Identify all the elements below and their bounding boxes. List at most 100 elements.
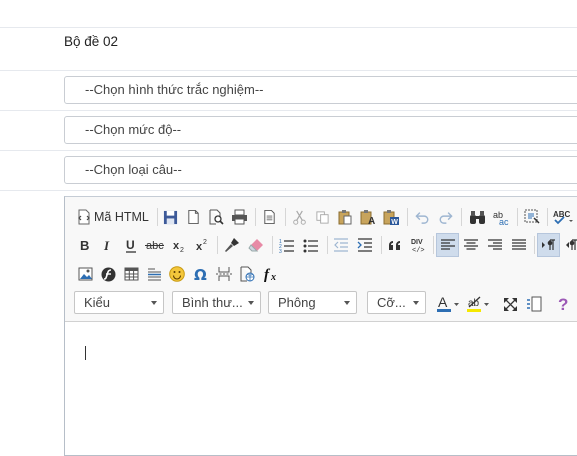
style-combo-label: Kiểu	[84, 295, 111, 310]
toolbar-separator	[285, 208, 286, 226]
undo-button[interactable]	[411, 206, 433, 228]
cut-button[interactable]	[288, 206, 310, 228]
align-left-button[interactable]	[436, 233, 459, 257]
outdent-button[interactable]	[330, 234, 352, 256]
find-button[interactable]	[466, 206, 488, 228]
bulleted-list-icon	[303, 239, 318, 252]
justify-icon	[512, 239, 526, 250]
font-combo[interactable]: Phông	[268, 291, 357, 314]
underline-button[interactable]: U	[120, 234, 142, 256]
row-divider	[0, 190, 577, 191]
svg-text:DIV: DIV	[411, 239, 423, 246]
numbered-list-button[interactable]: 123	[276, 234, 298, 256]
div-container-icon: DIV</>	[411, 239, 425, 253]
superscript-icon: x2	[196, 239, 207, 253]
show-blocks-button[interactable]	[523, 293, 545, 315]
templates-icon	[263, 209, 275, 225]
paste-button[interactable]	[334, 206, 356, 228]
select-all-icon	[524, 209, 540, 224]
page-break-button[interactable]	[213, 263, 235, 285]
format-combo[interactable]: Bình thư...	[172, 291, 261, 314]
exam-set-label: Bộ đề 02	[64, 34, 119, 49]
bold-button[interactable]: B	[74, 234, 96, 256]
justify-button[interactable]	[508, 234, 530, 256]
style-combo[interactable]: Kiểu	[74, 291, 164, 314]
smiley-button[interactable]	[166, 263, 188, 285]
strikethrough-button[interactable]: abc	[143, 234, 167, 256]
redo-button[interactable]	[434, 206, 456, 228]
question-type-select[interactable]: --Chọn loại câu--	[64, 156, 577, 184]
remove-format-button[interactable]	[245, 234, 267, 256]
maximize-button[interactable]	[499, 293, 521, 315]
toolbar-separator	[217, 236, 218, 254]
toolbar-separator	[534, 236, 535, 254]
toolbar-separator	[547, 208, 548, 226]
image-button[interactable]	[74, 263, 96, 285]
undo-icon	[414, 212, 428, 224]
rich-text-editor[interactable]: Mã HTML A W ab ac ABC B I U abc x 2 x 2 …	[64, 196, 577, 456]
question-type-placeholder: --Chọn loại câu--	[85, 162, 182, 177]
font-combo-label: Phông	[278, 295, 316, 310]
binoculars-icon	[469, 210, 485, 224]
chevron-down-icon	[248, 301, 254, 305]
superscript-button[interactable]: x2	[191, 234, 213, 256]
print-button[interactable]	[228, 206, 250, 228]
subscript-icon: x2	[173, 240, 184, 253]
replace-button[interactable]: ab ac	[490, 206, 512, 228]
toolbar-separator	[272, 236, 273, 254]
toolbar-separator	[407, 208, 408, 226]
create-div-button[interactable]: DIV </>	[407, 234, 429, 256]
blockquote-button[interactable]	[384, 234, 406, 256]
templates-button[interactable]	[258, 206, 280, 228]
special-char-button[interactable]: Ω	[189, 263, 211, 285]
about-button[interactable]: ?	[553, 293, 575, 315]
size-combo[interactable]: Cỡ...	[367, 291, 426, 314]
svg-text:A: A	[368, 216, 375, 225]
test-type-select[interactable]: --Chọn hình thức trắc nghiệm--	[64, 76, 577, 104]
print-icon	[231, 209, 247, 225]
align-center-button[interactable]	[460, 234, 482, 256]
preview-icon	[209, 209, 224, 225]
table-button[interactable]	[120, 263, 142, 285]
underline-icon: U	[126, 238, 136, 253]
spellcheck-button[interactable]: ABC	[551, 206, 577, 228]
preview-button[interactable]	[205, 206, 227, 228]
level-select[interactable]: --Chọn mức độ--	[64, 116, 577, 144]
table-icon	[124, 267, 138, 281]
svg-text:Ω: Ω	[194, 267, 207, 282]
copy-button[interactable]	[311, 206, 333, 228]
italic-button[interactable]: I	[97, 234, 119, 256]
horizontal-rule-button[interactable]	[143, 263, 165, 285]
paste-text-icon: A	[360, 210, 375, 225]
indent-button[interactable]	[354, 234, 376, 256]
subscript-button[interactable]: x2	[168, 234, 190, 256]
bold-icon: B	[80, 238, 89, 252]
save-button[interactable]	[159, 206, 181, 228]
help-icon: ?	[558, 295, 568, 313]
paste-word-button[interactable]: W	[380, 206, 402, 228]
text-direction-rtl-button[interactable]	[561, 234, 577, 256]
new-page-icon	[187, 209, 199, 225]
text-color-button[interactable]: A	[434, 293, 462, 315]
chevron-down-icon	[344, 301, 350, 305]
toolbar-separator	[517, 208, 518, 226]
bulleted-list-button[interactable]	[300, 234, 322, 256]
row-divider	[0, 70, 577, 71]
background-color-button[interactable]: ab	[464, 293, 492, 315]
iframe-button[interactable]	[236, 263, 258, 285]
select-all-button[interactable]	[521, 206, 543, 228]
new-page-button[interactable]	[182, 206, 204, 228]
svg-text:W: W	[391, 219, 398, 226]
show-blocks-icon	[527, 296, 542, 312]
source-button[interactable]: Mã HTML	[76, 206, 152, 228]
svg-text:I: I	[103, 238, 110, 252]
formula-icon: fx	[264, 267, 276, 282]
math-formula-button[interactable]: fx	[261, 263, 283, 285]
text-direction-ltr-button[interactable]	[537, 233, 560, 257]
align-right-button[interactable]	[484, 234, 506, 256]
copy-format-button[interactable]	[221, 234, 243, 256]
svg-text:U: U	[126, 238, 135, 252]
flash-button[interactable]	[97, 263, 119, 285]
text-cursor	[85, 346, 86, 360]
paste-text-button[interactable]: A	[357, 206, 379, 228]
